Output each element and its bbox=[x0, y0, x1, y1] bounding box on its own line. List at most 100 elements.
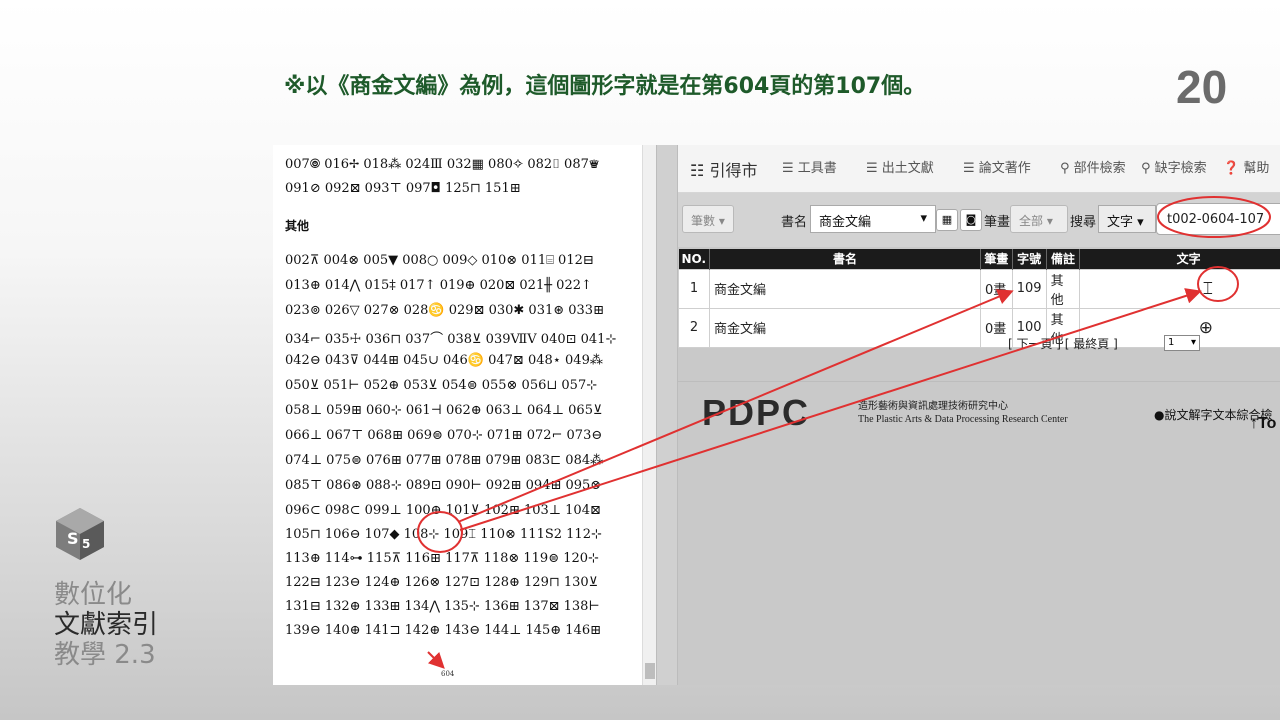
glyph-row: 105⊓ 106⊖ 107◆ 108⊹ 109⌶ 110⊗ 111S2 112⊹ bbox=[285, 527, 602, 542]
glyph-row: 122⊟ 123⊖ 124⊕ 126⊗ 127⊡ 128⊕ 129⊓ 130⊻ bbox=[285, 575, 599, 590]
menu-tools[interactable]: ☰ 工具書 bbox=[782, 157, 837, 176]
slide-title: ※以《商金文編》為例，這個圖形字就是在第604頁的第107個。 bbox=[284, 74, 926, 99]
query-input[interactable] bbox=[1156, 203, 1280, 235]
book-scrollbar[interactable] bbox=[642, 145, 656, 685]
cell-no: 1 bbox=[678, 268, 711, 309]
cell-no: 2 bbox=[678, 307, 711, 348]
top-label: To bbox=[1258, 415, 1277, 432]
list-icon: ☰ bbox=[782, 161, 794, 176]
caret-down-icon: ▾ bbox=[920, 211, 927, 226]
book-page-number: 604 bbox=[441, 670, 455, 678]
table-row[interactable]: 1 商金文編 0畫 109 其他 ⌶ bbox=[678, 268, 1280, 309]
arrow-up-icon: ↑ bbox=[1250, 415, 1258, 432]
glyph-row: 023⊚ 026▽ 027⊗ 028♋ 029⊠ 030✱ 031⊛ 033⊞ bbox=[285, 303, 604, 318]
menu-missing-char-search[interactable]: ⚲ 缺字檢索 bbox=[1141, 157, 1207, 176]
glyph-row: 042⊖ 043⊽ 044⊞ 045∪ 046♋ 047⊠ 048⋆ 049⁂ bbox=[285, 353, 603, 368]
menu-excavated-docs[interactable]: ☰ 出土文獻 bbox=[866, 157, 934, 176]
org-name-en: The Plastic Arts & Data Processing Resea… bbox=[858, 414, 1068, 425]
org-name: 造形藝術與資訊處理技術研究中心 The Plastic Arts & Data … bbox=[858, 400, 1068, 426]
caret-down-icon: ▾ bbox=[1046, 214, 1053, 228]
select-value: 文字 bbox=[1107, 215, 1134, 230]
page-select[interactable]: 1 ▾ bbox=[1164, 335, 1200, 351]
menu-label: 缺字檢索 bbox=[1154, 161, 1207, 176]
cell-strokes: 0畫 bbox=[979, 268, 1013, 309]
glyph-row: 066⊥ 067⊤ 068⊞ 069⊜ 070⊹ 071⊞ 072⌐ 073⊖ bbox=[285, 428, 603, 443]
col-no: NO. bbox=[678, 249, 711, 269]
brand-label: 引得市 bbox=[709, 161, 758, 180]
menu-label: 出土文獻 bbox=[881, 161, 934, 176]
caret-down-icon: ▾ bbox=[1137, 215, 1144, 230]
question-circle-icon: ❓ bbox=[1223, 161, 1240, 176]
glyph-row: 139⊖ 140⊕ 141⊐ 142⊕ 143⊖ 144⊥ 145⊕ 146⊞ bbox=[285, 623, 602, 638]
brand-link[interactable]: ☷ 引得市 bbox=[690, 157, 757, 181]
glyph-row: 131⊟ 132⊕ 133⊞ 134⋀ 135⊹ 136⊞ 137⊠ 138⊢ bbox=[285, 599, 600, 614]
book-label: 書名 bbox=[781, 215, 808, 230]
magnifier-icon: ⚲ bbox=[1060, 161, 1070, 176]
glyph-row: 002⊼ 004⊗ 005▼ 008○ 009◇ 010⊗ 011⌸ 012⊟ bbox=[285, 253, 594, 268]
menu-help[interactable]: ❓ 幫助 bbox=[1223, 157, 1269, 176]
glyph-row: 085⊤ 086⊛ 088⊹ 089⊡ 090⊢ 092⊞ 094⊞ 095⊗ bbox=[285, 478, 602, 493]
caption-line-2: 文獻索引 bbox=[54, 610, 159, 640]
grid-icon[interactable]: ▦ bbox=[936, 209, 958, 231]
menu-label: 工具書 bbox=[797, 161, 837, 176]
svg-text:5: 5 bbox=[82, 537, 90, 551]
svg-text:S: S bbox=[67, 529, 79, 548]
course-caption: 數位化 文獻索引 教學 2.3 bbox=[54, 580, 158, 670]
book-page-viewer[interactable]: 007🞋 016✢ 018⁂ 024Ⅲ 032▦ 080✧ 082⌷ 087♛ … bbox=[273, 145, 656, 685]
slide-page-number: 20 bbox=[1176, 61, 1228, 113]
glyph-row: 113⊕ 114⊶ 115⊼ 116⊞ 117⊼ 118⊗ 119⊜ 120⊹ bbox=[285, 551, 599, 566]
menu-component-search[interactable]: ⚲ 部件檢索 bbox=[1060, 157, 1126, 176]
course-logo-icon: S 5 bbox=[56, 508, 104, 560]
site-footer: PDPC 造形藝術與資訊處理技術研究中心 The Plastic Arts & … bbox=[678, 381, 1280, 685]
cell-glyph[interactable]: ⌶ bbox=[1079, 268, 1280, 309]
glyph-row: 007🞋 016✢ 018⁂ 024Ⅲ 032▦ 080✧ 082⌷ 087♛ bbox=[285, 157, 600, 172]
glyph-row: 058⊥ 059⊞ 060⊹ 061⊣ 062⊕ 063⊥ 064⊥ 065⊻ bbox=[285, 403, 603, 418]
table-header-row: NO. 書名 筆畫 字號 備註 文字 bbox=[678, 249, 1280, 269]
back-to-top-button[interactable]: ↑To bbox=[1250, 415, 1276, 433]
glyph-row: 013⊕ 014⋀ 015‡ 017↑ 019⊕ 020⊠ 021╫ 022↑ bbox=[285, 278, 592, 293]
glyph-row: 050⊻ 051⊢ 052⊕ 053⊻ 054⊜ 055⊗ 056⊔ 057⊹ bbox=[285, 378, 598, 393]
index-app-window: ☷ 引得市 ☰ 工具書 ☰ 出土文獻 ☰ 論文著作 ⚲ 部件檢索 ⚲ 缺字檢索 … bbox=[678, 145, 1280, 685]
stroke-count-dropdown[interactable]: 筆數 ▾ bbox=[682, 205, 734, 233]
caption-line-3: 教學 2.3 bbox=[54, 640, 156, 670]
search-bar: 筆數 ▾ 書名 商金文編 ▾ ▦ ◙ 筆畫 全部 ▾ 搜尋 文字 ▾ bbox=[678, 193, 1280, 247]
org-name-zh: 造形藝術與資訊處理技術研究中心 bbox=[858, 401, 1008, 412]
select-value: 全部 bbox=[1019, 214, 1044, 228]
cell-note: 其他 bbox=[1045, 268, 1081, 309]
cell-number: 109 bbox=[1011, 268, 1047, 309]
glyph-row: 034⌐ 035☩ 036⊓ 037⌒ 038⊻ 039ⅦⅤ 040⊡ 041⊹ bbox=[285, 332, 617, 347]
pane-divider[interactable] bbox=[656, 145, 678, 685]
caret-down-icon: ▾ bbox=[1190, 337, 1196, 348]
list-icon: ☰ bbox=[963, 161, 975, 176]
results-table: NO. 書名 筆畫 字號 備註 文字 1 商金文編 0畫 109 其他 ⌶ 2 … bbox=[678, 249, 1280, 348]
section-heading: 其他 bbox=[285, 219, 310, 233]
glyph-row: 074⊥ 075⊜ 076⊞ 077⊞ 078⊞ 079⊞ 083⊏ 084⁂ bbox=[285, 453, 604, 468]
caret-down-icon: ▾ bbox=[718, 214, 725, 228]
col-book: 書名 bbox=[709, 249, 981, 269]
book-icon[interactable]: ◙ bbox=[960, 209, 982, 231]
pagination-links[interactable]: [ 下一頁 ] [ 最終頁 ] bbox=[1008, 335, 1118, 352]
cell-book[interactable]: 商金文編 bbox=[709, 268, 981, 309]
dropdown-label: 筆數 bbox=[691, 214, 716, 228]
search-label: 搜尋 bbox=[1070, 215, 1097, 230]
cell-book[interactable]: 商金文編 bbox=[709, 307, 981, 348]
glyph-row: 091⊘ 092⊠ 093⊤ 097◘ 125⊓ 151⊞ bbox=[285, 181, 521, 196]
menu-label: 部件檢索 bbox=[1073, 161, 1126, 176]
menu-bar: ☷ 引得市 ☰ 工具書 ☰ 出土文獻 ☰ 論文著作 ⚲ 部件檢索 ⚲ 缺字檢索 … bbox=[678, 145, 1280, 193]
menu-label: 幫助 bbox=[1243, 161, 1270, 176]
menu-label: 論文著作 bbox=[978, 161, 1031, 176]
glyph-row: 096⊂ 098⊂ 099⊥ 100⊕ 101⊻ 102⊞ 103⊥ 104⊠ bbox=[285, 503, 601, 518]
book-stack-icon: ☷ bbox=[690, 161, 705, 180]
menu-papers[interactable]: ☰ 論文著作 bbox=[963, 157, 1031, 176]
stroke-label: 筆畫 bbox=[984, 215, 1011, 230]
list-icon: ☰ bbox=[866, 161, 878, 176]
search-type-select[interactable]: 文字 ▾ bbox=[1098, 205, 1156, 233]
col-glyph: 文字 bbox=[1079, 249, 1280, 269]
col-strokes: 筆畫 bbox=[980, 249, 1013, 269]
book-select[interactable]: 商金文編 ▾ bbox=[810, 205, 936, 233]
select-value: 商金文編 bbox=[819, 215, 872, 230]
magnifier-icon: ⚲ bbox=[1141, 161, 1151, 176]
stroke-select[interactable]: 全部 ▾ bbox=[1010, 205, 1068, 233]
pdpc-logo: PDPC bbox=[702, 392, 811, 433]
select-value: 1 bbox=[1168, 337, 1175, 348]
